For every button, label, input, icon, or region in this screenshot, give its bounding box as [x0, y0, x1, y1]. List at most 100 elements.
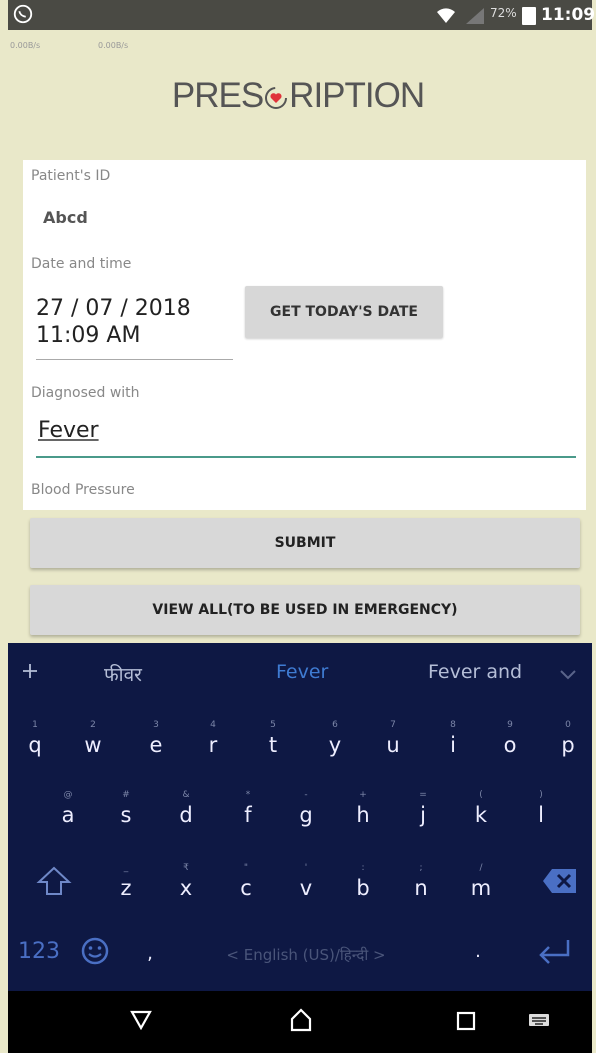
key-hint: _ — [123, 863, 129, 873]
key-label: y — [328, 733, 342, 757]
heart-logo-icon — [265, 86, 288, 109]
key-hint: = — [419, 790, 427, 800]
download-speed: 0.00B/s — [10, 41, 41, 50]
key-b[interactable]: :b — [348, 863, 378, 900]
spacebar[interactable]: < English (US)/हिन्दी > — [186, 945, 426, 965]
navigation-bar — [8, 991, 592, 1053]
key-hint: : — [361, 863, 365, 873]
key-label: s — [120, 803, 132, 827]
period-key[interactable]: . — [468, 941, 488, 962]
key-label: b — [356, 876, 370, 900]
key-hint: * — [245, 790, 251, 800]
key-p[interactable]: 0p — [553, 720, 583, 757]
key-label: u — [386, 733, 400, 757]
key-label: j — [420, 803, 426, 827]
key-label: x — [179, 876, 193, 900]
blood-pressure-label: Blood Pressure — [31, 482, 135, 498]
key-hint: 1 — [32, 720, 38, 730]
diagnosed-input[interactable]: Fever — [36, 418, 576, 458]
keyboard-switch-icon[interactable] — [528, 1013, 550, 1027]
key-f[interactable]: * f — [233, 790, 263, 827]
signal-icon — [466, 8, 484, 24]
key-hint: / — [479, 863, 483, 873]
key-h[interactable]: + h — [348, 790, 378, 827]
key-label: k — [474, 803, 488, 827]
chevron-down-icon[interactable] — [559, 669, 577, 681]
soft-keyboard: फीवर Fever Fever and 1q2w3e4r5t6y7u8i9o0… — [8, 643, 592, 991]
key-r[interactable]: 4r — [198, 720, 228, 757]
key-hint: 6 — [332, 720, 338, 730]
key-hint: 5 — [270, 720, 276, 730]
key-q[interactable]: 1q — [20, 720, 50, 757]
back-icon[interactable] — [130, 1010, 152, 1030]
backspace-icon[interactable] — [542, 868, 578, 894]
suggestion-fever[interactable]: Fever — [276, 661, 328, 683]
key-x[interactable]: ₹ x — [171, 863, 201, 900]
key-d[interactable]: & d — [171, 790, 201, 827]
clock: 11:09 — [541, 5, 596, 25]
whatsapp-icon — [13, 4, 33, 24]
shift-icon[interactable] — [36, 865, 72, 897]
key-hint: # — [122, 790, 130, 800]
view-all-button[interactable]: VIEW ALL(TO BE USED IN EMERGENCY) — [30, 585, 580, 635]
key-hint: 4 — [210, 720, 216, 730]
wifi-icon — [437, 8, 455, 23]
key-j[interactable]: = j — [408, 790, 438, 827]
key-s[interactable]: # s — [111, 790, 141, 827]
key-g[interactable]: -g — [291, 790, 321, 827]
key-k[interactable]: (k — [466, 790, 496, 827]
emoji-icon[interactable] — [80, 936, 110, 966]
key-hint: @ — [63, 790, 73, 800]
key-c[interactable]: " c — [231, 863, 261, 900]
app-title: PRES RIPTION — [0, 76, 596, 116]
key-label: n — [414, 876, 428, 900]
enter-icon[interactable] — [536, 937, 572, 967]
key-l[interactable]: ) l — [526, 790, 556, 827]
patient-id-input[interactable]: Abcd — [43, 208, 88, 227]
key-label: q — [28, 733, 42, 757]
key-hint: & — [182, 790, 190, 800]
key-z[interactable]: _ z — [111, 863, 141, 900]
key-label: v — [299, 876, 313, 900]
plus-icon[interactable] — [22, 663, 38, 679]
date-time-input[interactable]: 27 / 07 / 2018 11:09 AM — [36, 295, 233, 360]
date-value: 27 / 07 / 2018 — [36, 296, 191, 321]
key-label: a — [61, 803, 75, 827]
key-label: r — [208, 733, 218, 757]
key-w[interactable]: 2w — [78, 720, 108, 757]
key-hint: - — [304, 790, 308, 800]
prescription-form: Patient's ID Abcd Date and time 27 / 07 … — [23, 160, 586, 510]
key-u[interactable]: 7u — [378, 720, 408, 757]
key-hint: 7 — [390, 720, 396, 730]
key-hint: 9 — [507, 720, 513, 730]
key-label: t — [268, 733, 278, 757]
key-e[interactable]: 3e — [141, 720, 171, 757]
numbers-key[interactable]: 123 — [14, 939, 64, 964]
key-y[interactable]: 6y — [320, 720, 350, 757]
key-label: e — [149, 733, 163, 757]
suggestion-hindi[interactable]: फीवर — [104, 661, 142, 687]
key-hint: 8 — [450, 720, 456, 730]
key-v[interactable]: ' v — [291, 863, 321, 900]
comma-key[interactable]: , — [140, 943, 160, 964]
key-t[interactable]: 5t — [258, 720, 288, 757]
key-a[interactable]: @ a — [53, 790, 83, 827]
patient-id-label: Patient's ID — [31, 168, 111, 184]
key-m[interactable]: / m — [466, 863, 496, 900]
key-n[interactable]: ; n — [406, 863, 436, 900]
home-icon[interactable] — [289, 1008, 313, 1032]
key-hint: " — [243, 863, 249, 873]
submit-button[interactable]: SUBMIT — [30, 518, 580, 568]
suggestion-fever-and[interactable]: Fever and — [428, 661, 522, 683]
key-label: h — [356, 803, 370, 827]
key-hint: ) — [539, 790, 543, 800]
date-time-label: Date and time — [31, 256, 132, 272]
recent-apps-icon[interactable] — [456, 1011, 476, 1031]
key-hint: ' — [304, 863, 308, 873]
key-i[interactable]: 8i — [438, 720, 468, 757]
time-value: 11:09 AM — [36, 323, 141, 348]
diagnosed-label: Diagnosed with — [31, 385, 140, 401]
key-o[interactable]: 9o — [495, 720, 525, 757]
key-hint: ; — [419, 863, 423, 873]
get-todays-date-button[interactable]: GET TODAY'S DATE — [245, 286, 443, 338]
